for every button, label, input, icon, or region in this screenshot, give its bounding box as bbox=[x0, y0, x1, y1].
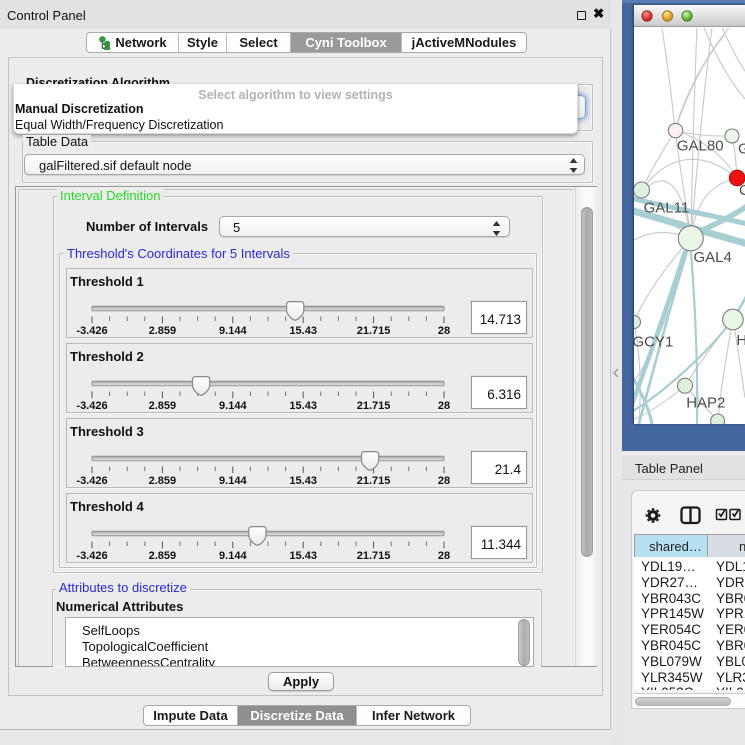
svg-text:-3.426: -3.426 bbox=[76, 475, 107, 487]
svg-text:HAP2: HAP2 bbox=[686, 394, 725, 411]
svg-text:GA: GA bbox=[738, 140, 745, 157]
svg-text:28: 28 bbox=[438, 325, 450, 337]
svg-text:9.144: 9.144 bbox=[219, 400, 247, 412]
svg-text:2.859: 2.859 bbox=[149, 400, 177, 412]
svg-text:GAL11: GAL11 bbox=[644, 199, 690, 216]
svg-text:9.144: 9.144 bbox=[219, 475, 247, 487]
svg-text:21.715: 21.715 bbox=[357, 475, 391, 487]
svg-text:-3.426: -3.426 bbox=[76, 400, 107, 412]
svg-text:28: 28 bbox=[438, 400, 450, 412]
svg-text:C: C bbox=[739, 182, 745, 199]
svg-text:15.43: 15.43 bbox=[289, 475, 317, 487]
svg-text:15.43: 15.43 bbox=[289, 400, 317, 412]
svg-text:28: 28 bbox=[438, 475, 450, 487]
svg-text:-3.426: -3.426 bbox=[76, 550, 107, 562]
svg-text:21.715: 21.715 bbox=[357, 550, 391, 562]
svg-text:2.859: 2.859 bbox=[149, 325, 177, 337]
svg-text:21.715: 21.715 bbox=[357, 400, 391, 412]
svg-text:9.144: 9.144 bbox=[219, 550, 247, 562]
svg-text:9.144: 9.144 bbox=[219, 325, 247, 337]
svg-text:2.859: 2.859 bbox=[149, 550, 177, 562]
svg-text:15.43: 15.43 bbox=[289, 550, 317, 562]
svg-text:2.859: 2.859 bbox=[149, 475, 177, 487]
svg-text:21.715: 21.715 bbox=[357, 325, 391, 337]
svg-text:GCY1: GCY1 bbox=[634, 333, 673, 350]
svg-text:15.43: 15.43 bbox=[289, 325, 317, 337]
svg-text:GAL4: GAL4 bbox=[694, 249, 732, 266]
svg-text:28: 28 bbox=[438, 550, 450, 562]
svg-text:-3.426: -3.426 bbox=[76, 325, 107, 337]
svg-text:GAL80: GAL80 bbox=[677, 138, 724, 155]
svg-text:H: H bbox=[736, 332, 745, 349]
